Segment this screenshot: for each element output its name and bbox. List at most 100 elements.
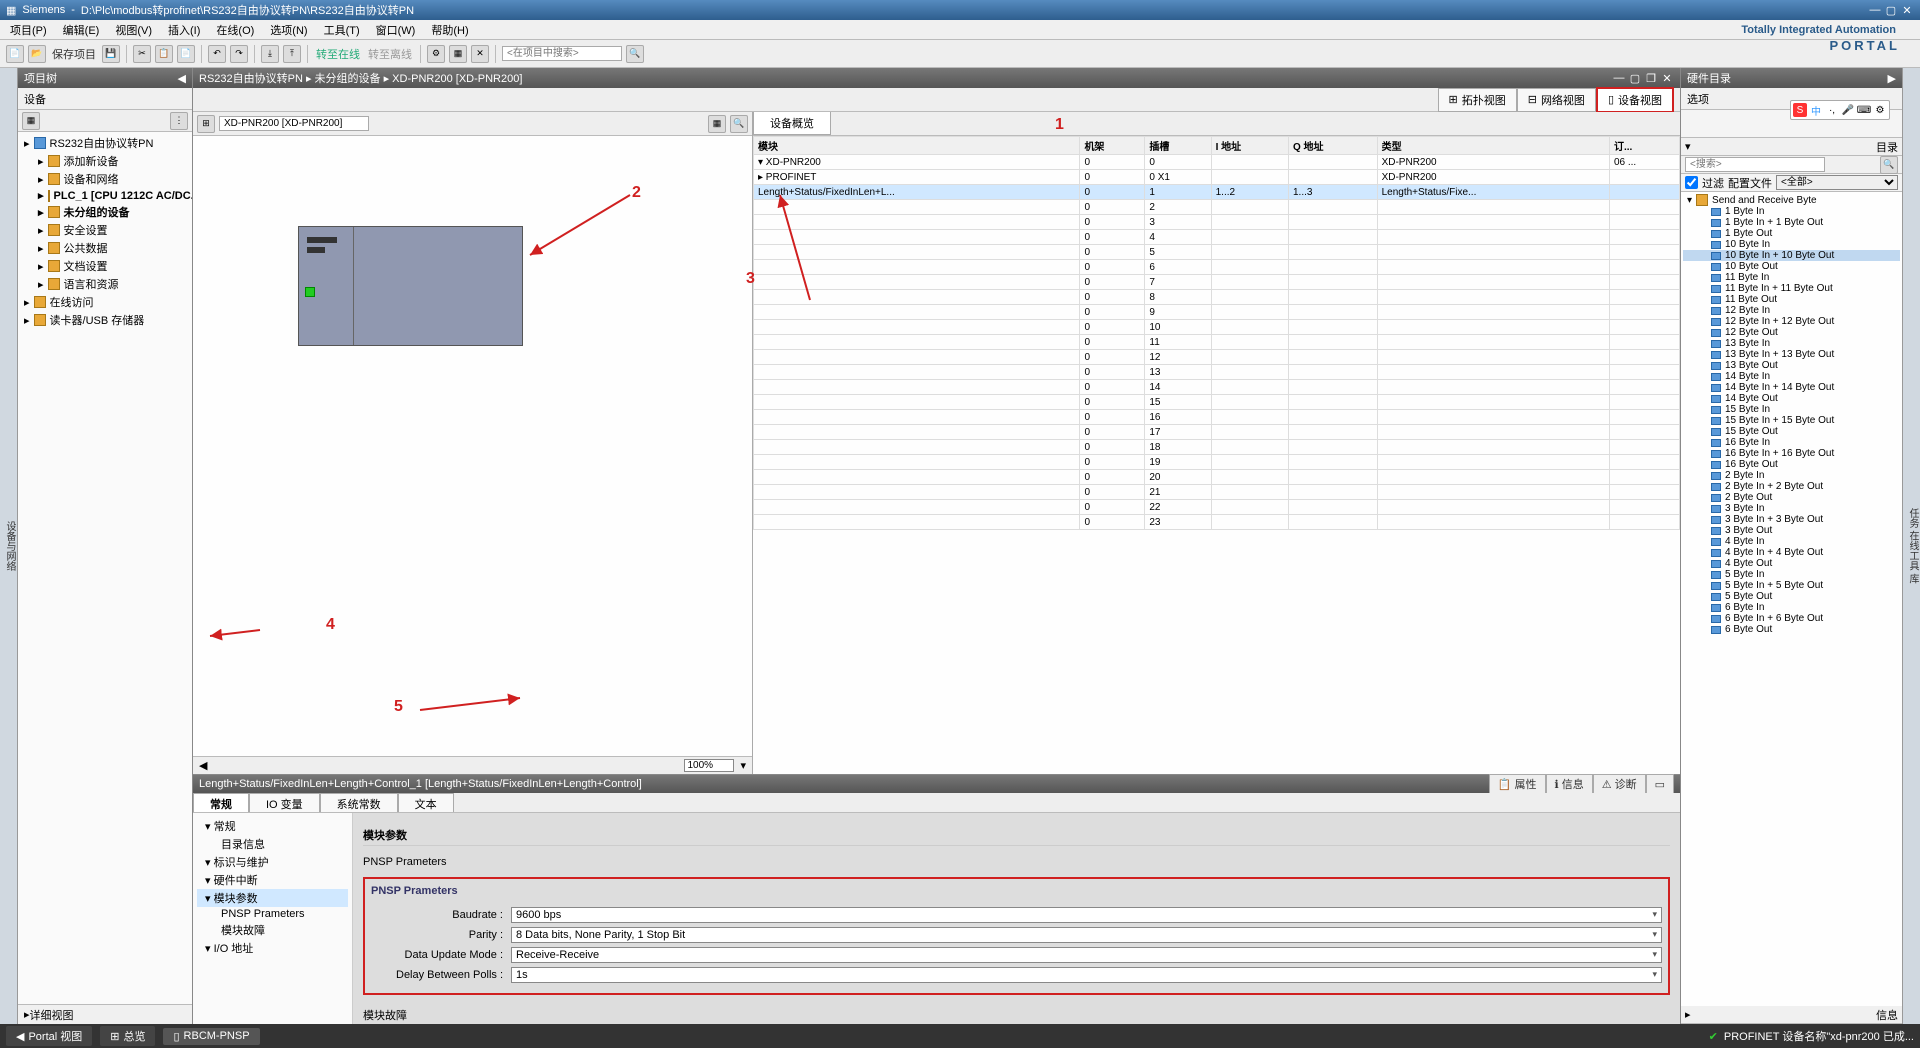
menu-item[interactable]: 工具(T) — [318, 20, 366, 40]
prop-nav-item[interactable]: 模块故障 — [197, 921, 348, 939]
devices-tab[interactable]: 设备 — [24, 91, 46, 107]
catalog-item[interactable]: 6 Byte In + 6 Byte Out — [1683, 613, 1900, 624]
project-search-input[interactable] — [502, 46, 622, 61]
detail-view-header[interactable]: 详细视图 — [30, 1007, 74, 1023]
upload-icon[interactable]: ⤒ — [283, 45, 301, 63]
ime-kb-icon[interactable]: ⌨ — [1857, 103, 1871, 117]
zoom-dropdown-icon[interactable]: ▾ — [740, 759, 746, 772]
table-row[interactable]: 012 — [754, 350, 1680, 365]
save-button[interactable]: 保存项目 — [50, 46, 98, 62]
table-row[interactable]: ▾ XD-PNR20000XD-PNR20006 ... — [754, 155, 1680, 170]
menu-item[interactable]: 帮助(H) — [425, 20, 474, 40]
canvas-view-icon[interactable]: ▦ — [708, 115, 726, 133]
catalog-item[interactable]: 13 Byte Out — [1683, 360, 1900, 371]
prop-nav-item[interactable]: ▾ 标识与维护 — [197, 853, 348, 871]
catalog-item[interactable]: 3 Byte In — [1683, 503, 1900, 514]
catalog-collapse-icon[interactable]: ▶ — [1888, 72, 1896, 85]
prop-nav-item[interactable]: ▾ I/O 地址 — [197, 939, 348, 957]
collapse-icon[interactable]: ◀ — [178, 72, 186, 85]
param-select[interactable]: 8 Data bits, None Parity, 1 Stop Bit — [511, 927, 1662, 943]
table-row[interactable]: 05 — [754, 245, 1680, 260]
ime-lang[interactable]: 中 — [1809, 103, 1823, 117]
catalog-item[interactable]: 15 Byte In + 15 Byte Out — [1683, 415, 1900, 426]
catalog-item[interactable]: 10 Byte In — [1683, 239, 1900, 250]
table-row[interactable]: 011 — [754, 335, 1680, 350]
device-select[interactable] — [219, 116, 369, 131]
canvas-tool-icon[interactable]: ⊞ — [197, 115, 215, 133]
rtab-min-icon[interactable]: ▭ — [1646, 774, 1674, 794]
table-row[interactable]: 023 — [754, 515, 1680, 530]
device-overview-tab[interactable]: 设备概览 — [753, 112, 831, 135]
catalog-item[interactable]: 11 Byte In — [1683, 272, 1900, 283]
catalog-item[interactable]: 15 Byte In — [1683, 404, 1900, 415]
tab-network[interactable]: ⊟网络视图 — [1517, 88, 1596, 112]
table-row[interactable]: 018 — [754, 440, 1680, 455]
catalog-search-icon[interactable]: 🔍 — [1880, 156, 1898, 174]
catalog-item[interactable]: 4 Byte In — [1683, 536, 1900, 547]
table-row[interactable]: 08 — [754, 290, 1680, 305]
canvas-zoom-icon[interactable]: 🔍 — [730, 115, 748, 133]
catalog-item[interactable]: 3 Byte Out — [1683, 525, 1900, 536]
catalog-item[interactable]: 13 Byte In — [1683, 338, 1900, 349]
table-row[interactable]: 04 — [754, 230, 1680, 245]
redo-icon[interactable]: ↷ — [230, 45, 248, 63]
tool-icon-2[interactable]: ▦ — [449, 45, 467, 63]
catalog-item[interactable]: 12 Byte In + 12 Byte Out — [1683, 316, 1900, 327]
ws-min-icon[interactable]: — — [1612, 72, 1626, 85]
prop-tab[interactable]: 常规 — [193, 793, 249, 812]
catalog-item[interactable]: 4 Byte Out — [1683, 558, 1900, 569]
table-row[interactable]: Length+Status/FixedInLen+L...011...21...… — [754, 185, 1680, 200]
catalog-item[interactable]: 2 Byte In — [1683, 470, 1900, 481]
copy-icon[interactable]: 📋 — [155, 45, 173, 63]
catalog-item[interactable]: 1 Byte In + 1 Byte Out — [1683, 217, 1900, 228]
catalog-item[interactable]: 10 Byte In + 10 Byte Out — [1683, 250, 1900, 261]
catalog-item[interactable]: 16 Byte Out — [1683, 459, 1900, 470]
catalog-item[interactable]: 14 Byte Out — [1683, 393, 1900, 404]
table-row[interactable]: 020 — [754, 470, 1680, 485]
download-icon[interactable]: ⤓ — [261, 45, 279, 63]
save-icon[interactable]: 💾 — [102, 45, 120, 63]
port-icon[interactable] — [305, 287, 315, 297]
catalog-item[interactable]: 13 Byte In + 13 Byte Out — [1683, 349, 1900, 360]
open-icon[interactable]: 📂 — [28, 45, 46, 63]
catalog-item[interactable]: 5 Byte In — [1683, 569, 1900, 580]
table-row[interactable]: 015 — [754, 395, 1680, 410]
go-offline-button[interactable]: 转至离线 — [366, 46, 414, 62]
tab-topology[interactable]: ⊞拓扑视图 — [1438, 88, 1517, 112]
catalog-item[interactable]: 11 Byte Out — [1683, 294, 1900, 305]
catalog-item[interactable]: 10 Byte Out — [1683, 261, 1900, 272]
catalog-item[interactable]: 5 Byte In + 5 Byte Out — [1683, 580, 1900, 591]
table-row[interactable]: 03 — [754, 215, 1680, 230]
tree-item[interactable]: ▸添加新设备 — [20, 152, 190, 170]
ws-close-icon[interactable]: ✕ — [1660, 72, 1674, 85]
tab-device[interactable]: ▯设备视图 — [1596, 87, 1674, 113]
ime-set-icon[interactable]: ⚙ — [1873, 103, 1887, 117]
catalog-item[interactable]: 16 Byte In + 16 Byte Out — [1683, 448, 1900, 459]
prop-nav-item[interactable]: PNSP Prameters — [197, 907, 348, 921]
table-row[interactable]: 021 — [754, 485, 1680, 500]
tree-item[interactable]: ▸PLC_1 [CPU 1212C AC/DC... — [20, 188, 190, 203]
menu-item[interactable]: 编辑(E) — [57, 20, 106, 40]
param-select[interactable]: 1s — [511, 967, 1662, 983]
catalog-item[interactable]: 2 Byte In + 2 Byte Out — [1683, 481, 1900, 492]
rtab-diag[interactable]: ⚠诊断 — [1593, 774, 1646, 794]
table-row[interactable]: 019 — [754, 455, 1680, 470]
ws-restore-icon[interactable]: ❐ — [1644, 72, 1658, 85]
tree-item[interactable]: ▸公共数据 — [20, 239, 190, 257]
catalog-item[interactable]: 5 Byte Out — [1683, 591, 1900, 602]
catalog-item[interactable]: 16 Byte In — [1683, 437, 1900, 448]
right-sidebar-strip[interactable]: 任务 在线工具 库 — [1902, 68, 1920, 1024]
tool-icon[interactable]: ⚙ — [427, 45, 445, 63]
paste-icon[interactable]: 📄 — [177, 45, 195, 63]
tree-item[interactable]: ▸文档设置 — [20, 257, 190, 275]
close-icon[interactable]: ✕ — [1900, 4, 1914, 17]
cut-icon[interactable]: ✂ — [133, 45, 151, 63]
ime-toolbar[interactable]: S 中 ·, 🎤 ⌨ ⚙ — [1790, 100, 1890, 120]
menu-item[interactable]: 在线(O) — [210, 20, 260, 40]
tree-item[interactable]: ▸语言和资源 — [20, 275, 190, 293]
profile-select[interactable]: <全部> — [1776, 175, 1898, 190]
table-row[interactable]: 010 — [754, 320, 1680, 335]
tree-item[interactable]: ▸未分组的设备 — [20, 203, 190, 221]
catalog-item[interactable]: 12 Byte In — [1683, 305, 1900, 316]
overview-button[interactable]: ⊞ 总览 — [100, 1026, 155, 1046]
